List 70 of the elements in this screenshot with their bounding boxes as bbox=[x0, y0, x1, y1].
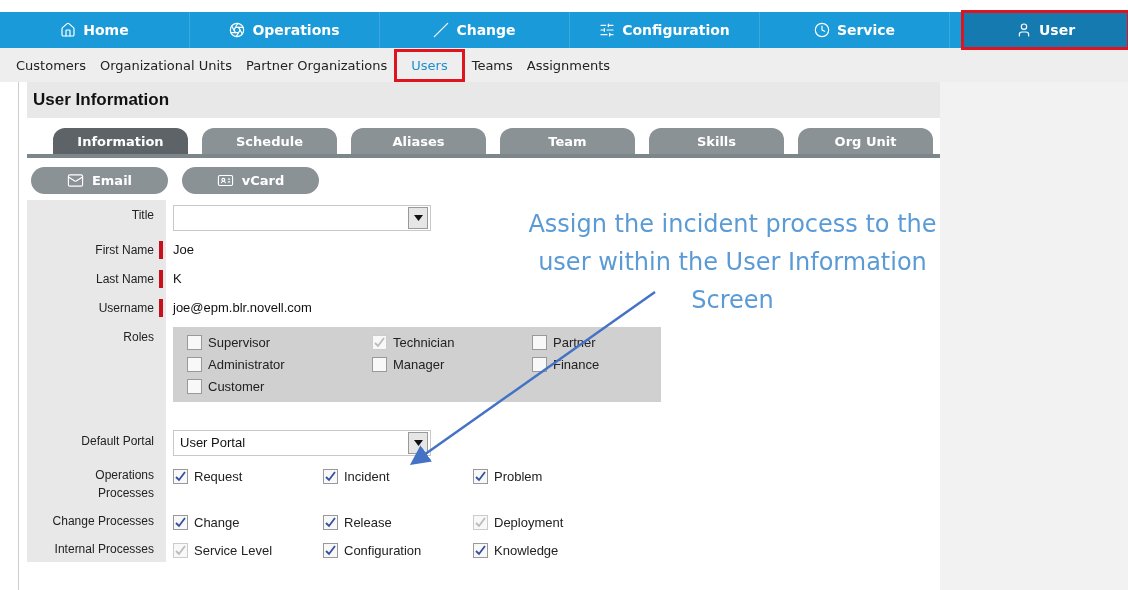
field-label: Last Name bbox=[95, 271, 154, 288]
checkbox-label: Configuration bbox=[344, 543, 422, 558]
field-label: Default Portal bbox=[81, 433, 154, 450]
field-label: First Name bbox=[95, 242, 154, 259]
checkbox-option[interactable]: Change bbox=[173, 515, 323, 530]
checkbox-option[interactable]: Problem bbox=[473, 469, 623, 484]
checkbox-label: Customer bbox=[208, 379, 265, 394]
field-label: Username bbox=[98, 300, 154, 317]
checkbox-option[interactable]: Configuration bbox=[323, 543, 473, 558]
checkbox[interactable] bbox=[532, 335, 547, 350]
annotation-text: Assign the incident process to the user within the User Information Screen bbox=[527, 209, 938, 316]
select-field[interactable]: User Portal bbox=[173, 430, 431, 456]
checkbox-option[interactable]: Manager bbox=[372, 357, 532, 372]
tab[interactable]: Information bbox=[53, 128, 188, 154]
checkbox-label: Change bbox=[194, 515, 240, 530]
field-value: Joe bbox=[173, 241, 194, 259]
checkbox-option[interactable]: Release bbox=[323, 515, 473, 530]
checkbox[interactable] bbox=[323, 543, 338, 558]
checkbox[interactable] bbox=[173, 515, 188, 530]
checkbox[interactable] bbox=[323, 469, 338, 484]
field-label: Title bbox=[131, 207, 154, 224]
nav-icon bbox=[60, 22, 77, 38]
nav-icon bbox=[599, 22, 616, 38]
checkbox-label: Knowledge bbox=[494, 543, 559, 558]
sub-nav-link[interactable]: Partner Organizations bbox=[239, 51, 395, 79]
field-label: Roles bbox=[123, 329, 154, 346]
card-icon bbox=[216, 172, 234, 189]
checkbox-label: Deployment bbox=[494, 515, 564, 530]
nav-icon bbox=[433, 22, 450, 38]
checkbox[interactable] bbox=[372, 357, 387, 372]
checkbox-option[interactable]: Supervisor bbox=[187, 335, 372, 350]
checkbox-label: Administrator bbox=[208, 357, 285, 372]
checkbox[interactable] bbox=[187, 335, 202, 350]
sub-nav-link[interactable]: Customers bbox=[9, 51, 93, 79]
sub-nav-link[interactable]: Assignments bbox=[519, 51, 618, 79]
field-label: Internal Processes bbox=[54, 541, 154, 558]
mail-icon bbox=[66, 172, 84, 189]
sub-nav-link[interactable]: Organizational Units bbox=[92, 51, 239, 79]
checkbox-label: Release bbox=[344, 515, 392, 530]
checkbox-label: Finance bbox=[553, 357, 600, 372]
nav-tab[interactable]: User bbox=[963, 12, 1128, 48]
checkbox-label: Problem bbox=[494, 469, 543, 484]
checkbox-label: Manager bbox=[393, 357, 445, 372]
checkbox-label: Technician bbox=[393, 335, 455, 350]
checkbox[interactable] bbox=[187, 379, 202, 394]
checkbox-label: Supervisor bbox=[208, 335, 271, 350]
checkbox-label: Incident bbox=[344, 469, 390, 484]
checkbox[interactable] bbox=[323, 515, 338, 530]
field-label: Change Processes bbox=[52, 513, 154, 530]
checkbox[interactable] bbox=[473, 543, 488, 558]
checkbox[interactable] bbox=[473, 469, 488, 484]
checkbox-option[interactable]: Request bbox=[173, 469, 323, 484]
checkbox-label: Service Level bbox=[194, 543, 273, 558]
checkbox[interactable] bbox=[187, 357, 202, 372]
checkbox[interactable] bbox=[532, 357, 547, 372]
checkbox-label: Request bbox=[194, 469, 243, 484]
checkbox-option[interactable]: Customer bbox=[187, 379, 372, 394]
nav-icon bbox=[813, 22, 830, 38]
checkbox-option[interactable]: Administrator bbox=[187, 357, 372, 372]
checkbox-option[interactable]: Incident bbox=[323, 469, 473, 484]
panel-title: User Information bbox=[33, 90, 170, 110]
field-value: K bbox=[173, 270, 182, 288]
checkbox-option[interactable]: Finance bbox=[532, 357, 672, 372]
field-value: joe@epm.blr.novell.com bbox=[173, 299, 312, 317]
nav-icon bbox=[229, 22, 246, 38]
select-field[interactable] bbox=[173, 205, 431, 231]
checkbox[interactable] bbox=[173, 469, 188, 484]
checkbox-option[interactable]: Knowledge bbox=[473, 543, 623, 558]
field-label: Operations Processes bbox=[94, 467, 154, 502]
sub-nav-link[interactable]: Teams bbox=[464, 51, 520, 79]
